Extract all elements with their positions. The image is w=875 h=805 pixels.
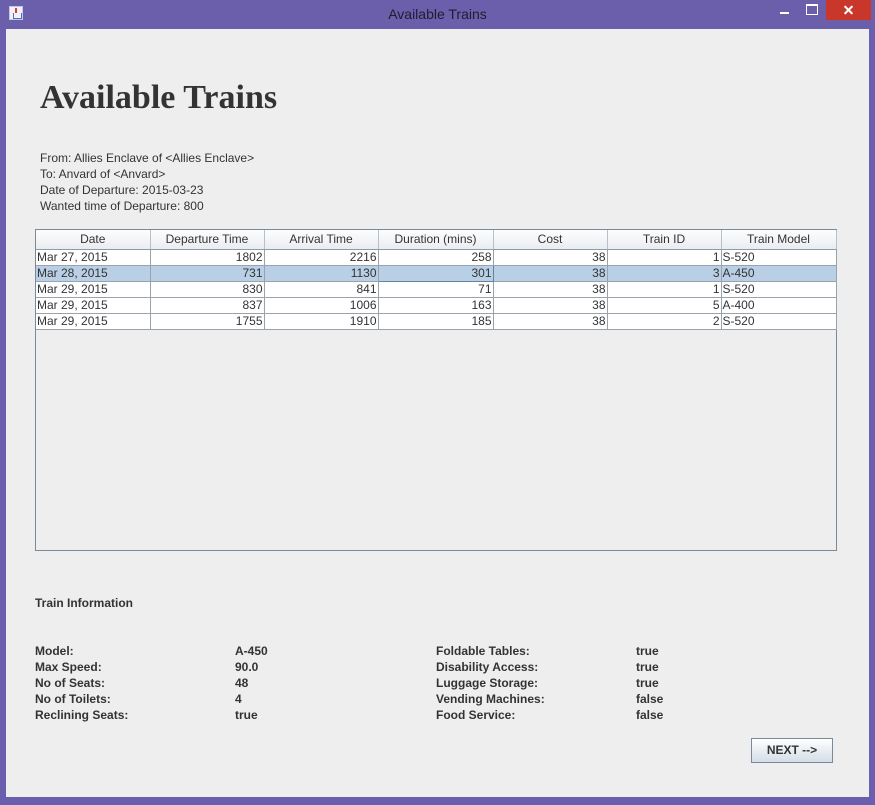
table-cell[interactable]: 731 [150, 265, 265, 282]
vending-machines-value: false [636, 692, 664, 706]
wanted-time-text: Wanted time of Departure: 800 [40, 199, 204, 213]
next-button[interactable]: NEXT --> [751, 738, 833, 763]
column-header-departure-time[interactable]: Departure Time [150, 230, 265, 250]
table-header-row: Date Departure Time Arrival Time Duratio… [36, 230, 837, 250]
table-row[interactable]: Mar 29, 2015 837 1006 163 38 5 A-400 [36, 297, 837, 314]
table-cell[interactable]: 1 [607, 281, 722, 298]
food-service-value: false [636, 708, 664, 722]
table-cell[interactable]: 1910 [264, 313, 379, 330]
table-cell[interactable]: 830 [150, 281, 265, 298]
table-cell[interactable]: 837 [150, 297, 265, 314]
table-cell[interactable]: 5 [607, 297, 722, 314]
column-header-cost[interactable]: Cost [493, 230, 608, 250]
table-cell[interactable]: 38 [493, 281, 608, 298]
table-cell[interactable]: 1 [607, 249, 722, 266]
table-row[interactable]: Mar 29, 2015 1755 1910 185 38 2 S-520 [36, 313, 837, 330]
food-service-label: Food Service: [436, 708, 516, 722]
table-cell[interactable]: 71 [378, 281, 494, 298]
page-title: Available Trains [40, 79, 278, 116]
reclining-seats-value: true [235, 708, 258, 722]
table-cell[interactable]: S-520 [721, 249, 837, 266]
maximize-icon[interactable] [799, 0, 825, 20]
table-cell[interactable]: Mar 28, 2015 [36, 265, 151, 282]
table-row[interactable]: Mar 29, 2015 830 841 71 38 1 S-520 [36, 281, 837, 298]
table-cell[interactable]: 38 [493, 313, 608, 330]
table-cell[interactable]: 38 [493, 297, 608, 314]
table-cell[interactable]: 38 [493, 249, 608, 266]
table-cell[interactable]: S-520 [721, 281, 837, 298]
table-cell[interactable]: 163 [378, 297, 494, 314]
foldable-tables-value: true [636, 644, 659, 658]
title-bar: Available Trains [0, 0, 875, 28]
table-cell[interactable]: Mar 27, 2015 [36, 249, 151, 266]
to-text: To: Anvard of <Anvard> [40, 167, 166, 181]
from-text: From: Allies Enclave of <Allies Enclave> [40, 151, 255, 165]
table-cell[interactable]: Mar 29, 2015 [36, 313, 151, 330]
seats-label: No of Seats: [35, 676, 106, 690]
vending-machines-label: Vending Machines: [436, 692, 545, 706]
close-icon[interactable] [826, 0, 871, 20]
minimize-icon[interactable] [772, 0, 798, 20]
column-header-train-id[interactable]: Train ID [607, 230, 722, 250]
model-value: A-450 [235, 644, 268, 658]
table-cell[interactable]: 258 [378, 249, 494, 266]
luggage-storage-value: true [636, 676, 659, 690]
seats-value: 48 [235, 676, 249, 690]
table-cell[interactable]: 1006 [264, 297, 379, 314]
table-cell[interactable]: 3 [607, 265, 722, 282]
table-cell[interactable]: A-450 [721, 265, 837, 282]
train-information-title: Train Information [35, 596, 134, 610]
trains-table[interactable]: Date Departure Time Arrival Time Duratio… [35, 229, 837, 551]
foldable-tables-label: Foldable Tables: [436, 644, 530, 658]
table-cell[interactable]: Mar 29, 2015 [36, 297, 151, 314]
table-cell[interactable]: 1130 [264, 265, 379, 282]
table-cell[interactable]: S-520 [721, 313, 837, 330]
table-cell[interactable]: 185 [378, 313, 494, 330]
table-cell-focused[interactable]: 301 [377, 264, 494, 282]
table-cell[interactable]: 2216 [264, 249, 379, 266]
departure-date-text: Date of Departure: 2015-03-23 [40, 183, 204, 197]
table-row[interactable]: Mar 27, 2015 1802 2216 258 38 1 S-520 [36, 249, 837, 266]
max-speed-label: Max Speed: [35, 660, 102, 674]
table-row-selected[interactable]: Mar 28, 2015 731 1130 301 38 3 A-450 [36, 264, 837, 282]
toilets-value: 4 [235, 692, 242, 706]
table-cell[interactable]: 2 [607, 313, 722, 330]
column-header-duration[interactable]: Duration (mins) [378, 230, 494, 250]
model-label: Model: [35, 644, 74, 658]
table-cell[interactable]: A-400 [721, 297, 837, 314]
column-header-train-model[interactable]: Train Model [721, 230, 837, 250]
table-cell[interactable]: 38 [493, 265, 608, 282]
table-cell[interactable]: 1755 [150, 313, 265, 330]
luggage-storage-label: Luggage Storage: [436, 676, 539, 690]
disability-access-label: Disability Access: [436, 660, 539, 674]
table-cell[interactable]: 841 [264, 281, 379, 298]
disability-access-value: true [636, 660, 659, 674]
table-cell[interactable]: Mar 29, 2015 [36, 281, 151, 298]
window-content: Available Trains From: Allies Enclave of… [6, 29, 869, 797]
window-title: Available Trains [388, 6, 487, 22]
reclining-seats-label: Reclining Seats: [35, 708, 129, 722]
toilets-label: No of Toilets: [35, 692, 111, 706]
table-cell[interactable]: 1802 [150, 249, 265, 266]
column-header-arrival-time[interactable]: Arrival Time [264, 230, 379, 250]
column-header-date[interactable]: Date [36, 230, 151, 250]
max-speed-value: 90.0 [235, 660, 259, 674]
